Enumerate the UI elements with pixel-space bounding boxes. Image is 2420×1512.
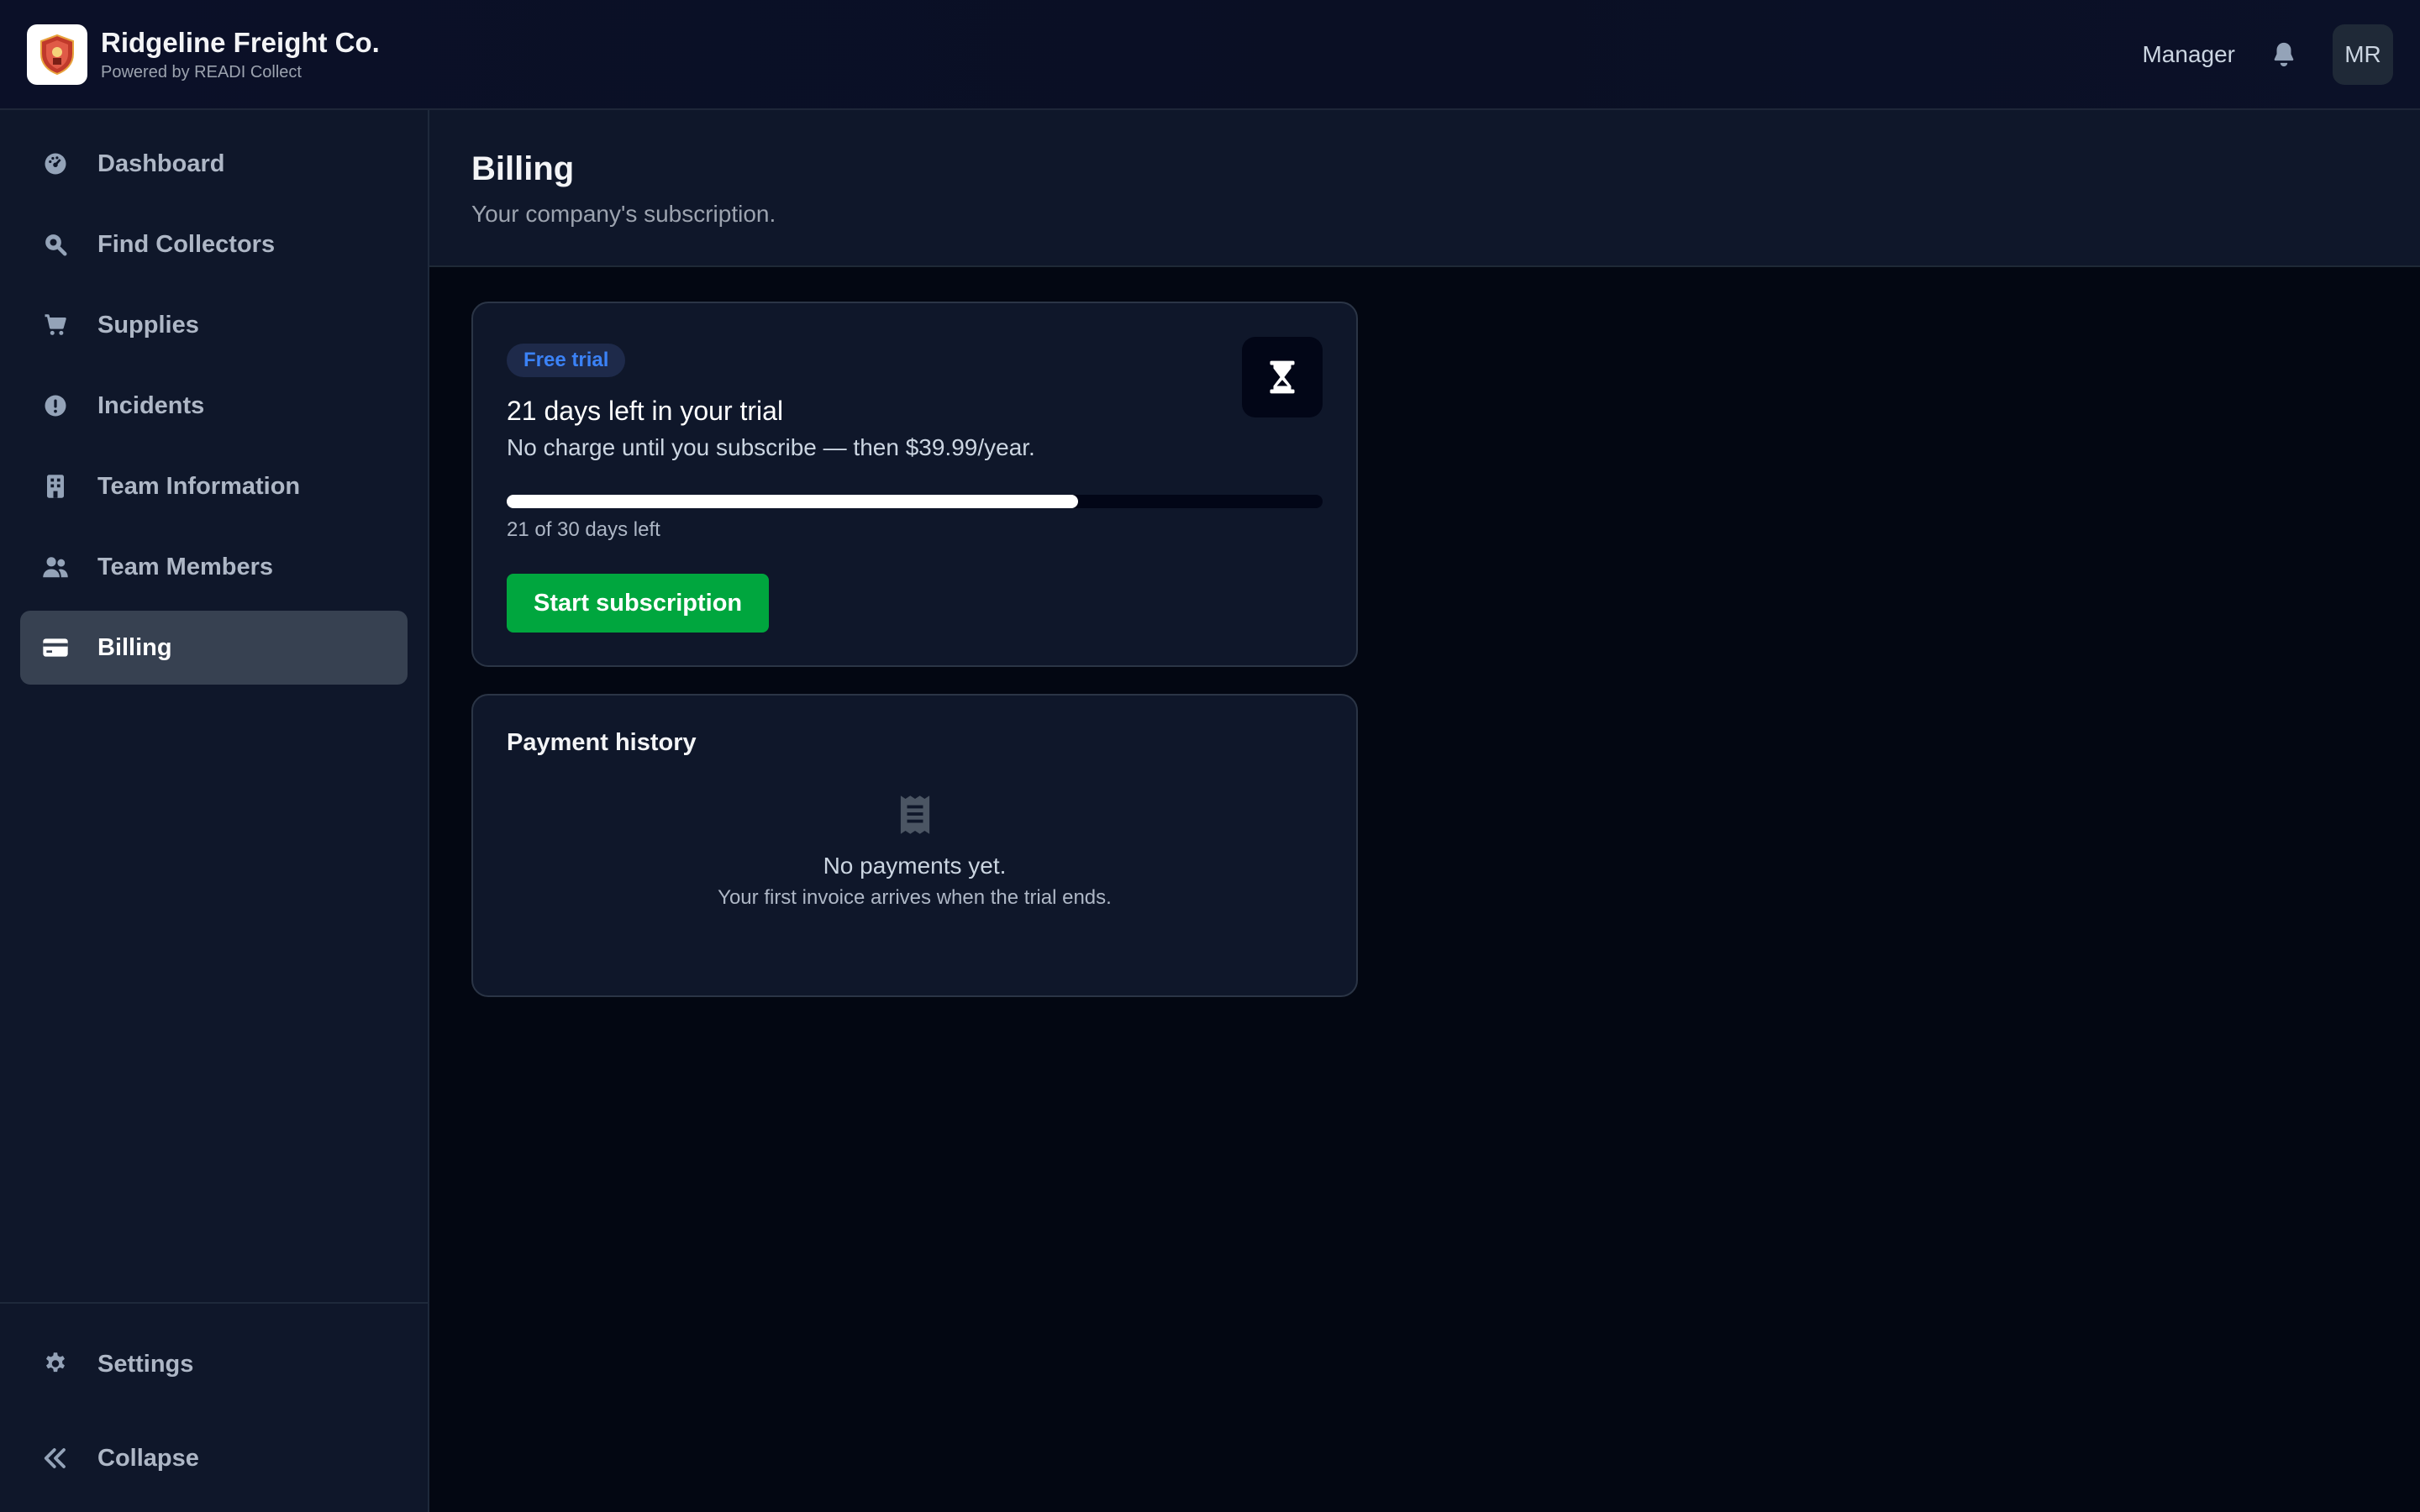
gear-icon [42, 1351, 69, 1378]
sidebar-item-team-members[interactable]: Team Members [20, 530, 408, 604]
trial-card: Free trial 21 days left in your trial No… [471, 302, 1358, 667]
sidebar-item-supplies[interactable]: Supplies [20, 288, 408, 362]
sidebar-item-billing[interactable]: Billing [20, 611, 408, 685]
sidebar-item-label: Collapse [97, 1444, 199, 1472]
top-bar: Ridgeline Freight Co. Powered by READI C… [0, 0, 2420, 110]
sidebar-item-dashboard[interactable]: Dashboard [20, 127, 408, 201]
page-title: Billing [471, 150, 575, 187]
trial-progress-label: 21 of 30 days left [507, 518, 660, 541]
start-subscription-button[interactable]: Start subscription [507, 574, 770, 633]
hourglass-icon [1242, 337, 1323, 417]
trial-title: 21 days left in your trial [507, 396, 784, 426]
powered-by: Powered by READI Collect [101, 62, 302, 81]
sidebar-item-settings[interactable]: Settings [20, 1327, 408, 1401]
empty-state-subtitle: Your first invoice arrives when the tria… [718, 886, 1112, 909]
dashboard-icon [42, 150, 69, 177]
page-header: Billing Your company's subscription. [429, 110, 2420, 267]
sidebar-footer: Settings Collapse [0, 1302, 428, 1512]
sidebar-item-incidents[interactable]: Incidents [20, 369, 408, 443]
status-badge: Free trial [507, 344, 626, 377]
payment-history-title: Payment history [507, 729, 697, 756]
empty-state-title: No payments yet. [823, 853, 1007, 879]
brand[interactable]: Ridgeline Freight Co. Powered by READI C… [27, 24, 380, 85]
sidebar-item-collapse[interactable]: Collapse [20, 1421, 408, 1495]
sidebar-item-label: Team Members [97, 553, 273, 580]
sidebar-item-label: Dashboard [97, 150, 225, 177]
sidebar-item-label: Team Information [97, 472, 301, 500]
role-label[interactable]: Manager [2142, 41, 2235, 68]
page-subtitle: Your company's subscription. [471, 201, 776, 227]
trial-description: No charge until you subscribe — then $39… [507, 434, 1035, 460]
payment-history-card: Payment history No payments yet. Your fi… [471, 694, 1358, 997]
chevrons-left-icon [42, 1445, 69, 1472]
search-icon [42, 231, 69, 258]
sidebar-item-find-collectors[interactable]: Find Collectors [20, 207, 408, 281]
building-icon [42, 473, 69, 500]
shield-logo-icon [40, 34, 74, 75]
receipt-icon [507, 794, 1323, 836]
company-logo [27, 24, 87, 85]
avatar[interactable]: MR [2333, 24, 2393, 85]
sidebar-item-label: Incidents [97, 391, 205, 419]
sidebar-item-label: Settings [97, 1350, 194, 1378]
cart-icon [42, 312, 69, 339]
sidebar-item-label: Supplies [97, 311, 199, 339]
company-name: Ridgeline Freight Co. [101, 26, 380, 58]
empty-state: No payments yet. Your first invoice arri… [507, 794, 1323, 910]
trial-progress-fill [507, 495, 1078, 508]
trial-progress-bar [507, 495, 1323, 508]
sidebar-item-label: Billing [97, 633, 172, 661]
bell-icon[interactable] [2265, 36, 2302, 73]
sidebar: Dashboard Find Collectors Supplies Incid… [0, 110, 429, 1512]
alert-icon [42, 392, 69, 419]
sidebar-item-label: Find Collectors [97, 230, 276, 258]
sidebar-item-team-information[interactable]: Team Information [20, 449, 408, 523]
users-icon [42, 554, 69, 580]
credit-card-icon [42, 634, 69, 661]
